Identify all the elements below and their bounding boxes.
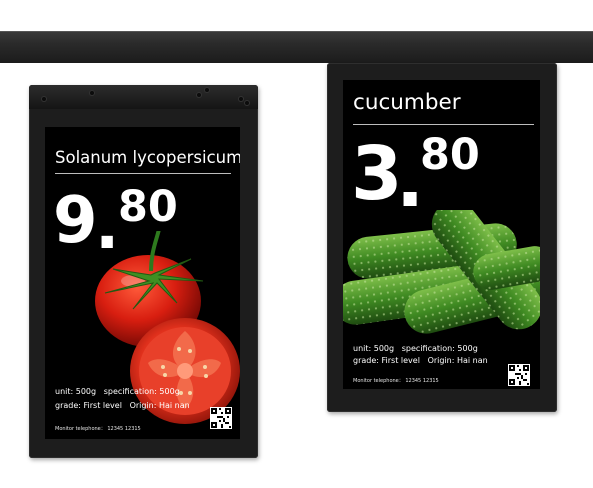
info-row-unit-spec: unit: 500g specification: 500g (353, 344, 478, 353)
display-screen: Solanum lycopersicum 9 . 80 unit: 500g s… (45, 127, 240, 439)
price-integer: 3 (351, 131, 403, 217)
price-tag-display-cucumber: cucumber 3 . 80 unit: 500g specification… (327, 63, 557, 412)
qr-code-icon (508, 364, 530, 386)
unit-text: unit: 500g (353, 344, 395, 353)
origin-text: Origin: Hai nan (129, 401, 190, 410)
specification-text: specification: 500g (103, 387, 180, 396)
screw-icon (245, 101, 249, 105)
qr-code-icon (210, 407, 232, 429)
title-divider (55, 173, 231, 174)
screw-icon (205, 88, 209, 92)
info-row-grade-origin: grade: First level Origin: Hai nan (55, 401, 190, 410)
unit-text: unit: 500g (55, 387, 97, 396)
price-decimal: 80 (420, 130, 480, 180)
screw-icon (42, 97, 46, 101)
monitor-telephone: Monitor telephone： 12345 12315 (353, 378, 439, 384)
price-tag-display-tomato: Solanum lycopersicum 9 . 80 unit: 500g s… (29, 85, 258, 458)
specification-text: specification: 500g (401, 344, 478, 353)
screw-icon (197, 93, 201, 97)
product-name: cucumber (353, 90, 461, 115)
grade-text: grade: First level (55, 401, 122, 410)
info-row-grade-origin: grade: First level Origin: Hai nan (353, 356, 488, 365)
origin-text: Origin: Hai nan (427, 356, 488, 365)
mounting-rail (0, 31, 593, 63)
screw-icon (90, 91, 94, 95)
product-name: Solanum lycopersicum (55, 148, 240, 167)
grade-text: grade: First level (353, 356, 420, 365)
display-screen: cucumber 3 . 80 unit: 500g specification… (343, 80, 540, 389)
monitor-telephone: Monitor telephone： 12345 12315 (55, 426, 141, 432)
info-row-unit-spec: unit: 500g specification: 500g (55, 387, 180, 396)
screw-icon (239, 97, 243, 101)
display-top-bezel (29, 85, 258, 109)
price-integer: 9 (53, 184, 98, 258)
title-divider (353, 124, 534, 125)
price-decimal: 80 (118, 182, 178, 232)
